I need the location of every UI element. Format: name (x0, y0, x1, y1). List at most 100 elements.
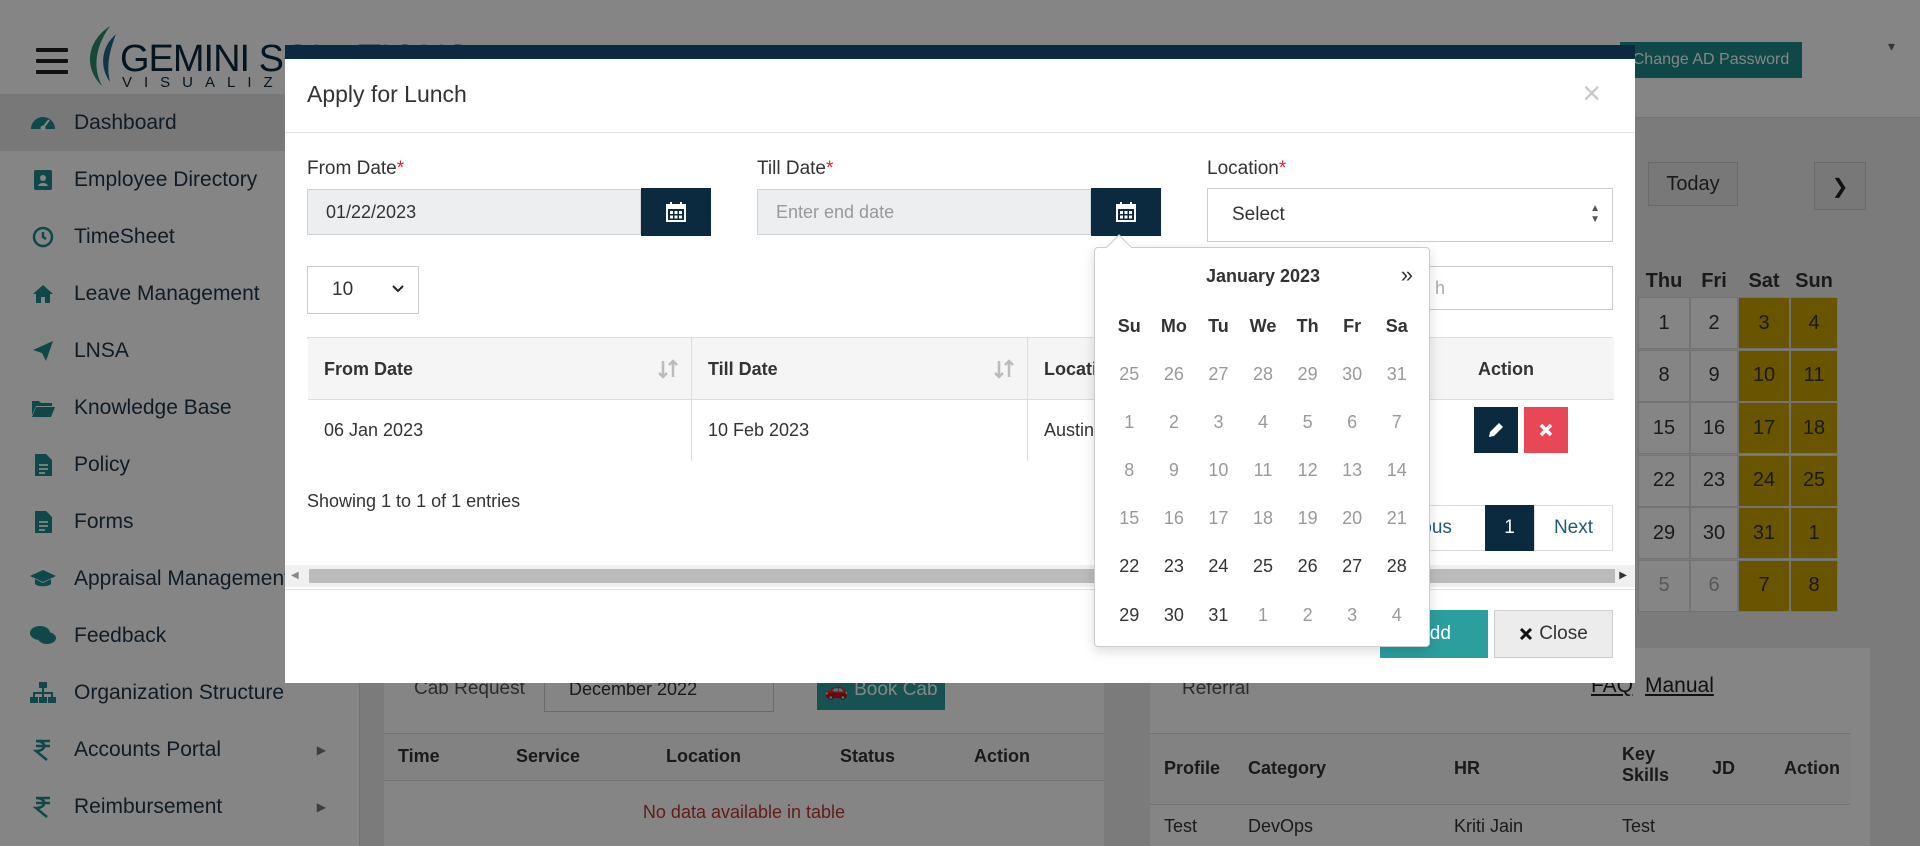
datepicker-weekday-row: Su Mo Tu We Th Fr Sa (1107, 306, 1419, 346)
datepicker-day: 26 (1163, 363, 1184, 384)
datepicker-day: 30 (1342, 363, 1363, 384)
column-header-from-date[interactable]: From Date (308, 338, 692, 400)
datepicker-day[interactable]: 24 (1196, 547, 1241, 587)
datepicker-day: 27 (1208, 363, 1229, 384)
edit-button[interactable] (1474, 407, 1518, 453)
location-label: Location* (1207, 158, 1286, 180)
table-search-input[interactable]: h (1418, 266, 1613, 310)
scroll-right-icon[interactable]: ▶ (1619, 570, 1627, 581)
required-mark: * (1278, 158, 1287, 179)
column-header-label: Locati (1044, 358, 1098, 379)
column-header-till-date[interactable]: Till Date (692, 338, 1028, 400)
close-button[interactable]: Close (1494, 610, 1613, 658)
table-info-text: Showing 1 to 1 of 1 entries (307, 491, 521, 511)
datepicker-day: 29 (1297, 363, 1318, 384)
close-button-label: Close (1539, 623, 1588, 644)
from-date-calendar-button[interactable] (641, 188, 711, 236)
datepicker-week-row: 15 16 17 18 19 20 21 (1107, 499, 1419, 539)
datepicker-week-row: 22 23 24 25 26 27 28 (1107, 547, 1419, 587)
location-select-value: Select (1232, 204, 1285, 225)
datepicker-day: 10 (1208, 459, 1229, 480)
datepicker-day: 12 (1297, 459, 1318, 480)
datepicker-day: 25 (1119, 363, 1140, 384)
datepicker-day[interactable]: 25 (1241, 547, 1286, 587)
datepicker-day[interactable]: 28 (1374, 547, 1419, 587)
modal-title: Apply for Lunch (307, 81, 467, 107)
calendar-icon (666, 202, 686, 222)
page-length-value: 10 (332, 279, 354, 300)
sort-icon (658, 359, 678, 379)
datepicker-weekday: We (1249, 315, 1277, 336)
datepicker-week-row: 1 2 3 4 5 6 7 (1107, 402, 1419, 442)
delete-button[interactable] (1524, 407, 1568, 453)
datepicker-day[interactable]: 26 (1285, 547, 1330, 587)
page-length-select[interactable]: 10 (307, 266, 419, 314)
datepicker-day[interactable]: 22 (1107, 547, 1152, 587)
chevron-down-icon (392, 285, 404, 293)
times-icon (1539, 423, 1553, 437)
datepicker-day: 14 (1386, 459, 1407, 480)
datepicker-next-button[interactable]: » (1401, 262, 1413, 288)
datepicker-day: 9 (1168, 459, 1179, 480)
datepicker-day: 3 (1213, 411, 1224, 432)
datepicker-day: 5 (1302, 411, 1313, 432)
datepicker-week-row: 8 9 10 11 12 13 14 (1107, 450, 1419, 490)
column-header-label: Till Date (708, 358, 778, 379)
calendar-icon (1116, 202, 1136, 222)
from-date-input[interactable]: 01/22/2023 (307, 189, 641, 235)
datepicker-day: 4 (1391, 604, 1402, 625)
datepicker-day: 2 (1168, 411, 1179, 432)
datepicker-weekday: Th (1296, 315, 1319, 336)
datepicker-weekday: Mo (1160, 315, 1187, 336)
datepicker-day: 15 (1119, 508, 1140, 529)
datepicker-week-row: 25 26 27 28 29 30 31 (1107, 354, 1419, 394)
from-date-label: From Date* (307, 158, 404, 180)
datepicker-day: 31 (1386, 363, 1407, 384)
datepicker-day: 20 (1342, 508, 1363, 529)
cell-from-date: 06 Jan 2023 (308, 400, 692, 461)
pencil-icon (1489, 423, 1503, 437)
datepicker-day: 16 (1163, 508, 1184, 529)
pager-page-1[interactable]: 1 (1485, 505, 1534, 551)
datepicker-day[interactable]: 23 (1152, 547, 1197, 587)
datepicker-day: 4 (1258, 411, 1269, 432)
till-date-label: Till Date* (757, 158, 833, 180)
datepicker-day[interactable]: 30 (1152, 595, 1197, 635)
datepicker-weekday: Su (1117, 315, 1141, 336)
datepicker-day: 7 (1391, 411, 1402, 432)
till-date-label-text: Till Date (757, 158, 826, 179)
datepicker-day: 21 (1386, 508, 1407, 529)
datepicker-day[interactable]: 27 (1330, 547, 1375, 587)
apply-lunch-modal: Apply for Lunch × From Date* 01/22/2023 … (285, 45, 1635, 683)
till-date-input[interactable]: Enter end date (757, 189, 1091, 235)
column-header-action: Action (1478, 358, 1534, 379)
datepicker-day: 1 (1258, 604, 1269, 625)
modal-close-icon[interactable]: × (1582, 75, 1601, 112)
datepicker-day[interactable]: 29 (1107, 595, 1152, 635)
modal-header-divider (285, 132, 1635, 133)
times-icon (1520, 627, 1533, 641)
datepicker-day: 28 (1253, 363, 1274, 384)
from-date-label-text: From Date (307, 158, 397, 179)
datepicker-day: 17 (1208, 508, 1229, 529)
datepicker-day: 13 (1342, 459, 1363, 480)
till-date-calendar-button[interactable] (1091, 188, 1161, 236)
select-arrows-icon: ▲ ▼ (1590, 203, 1600, 225)
sort-icon (994, 359, 1014, 379)
location-select[interactable]: Select ▲ ▼ (1207, 188, 1613, 242)
location-label-text: Location (1207, 158, 1279, 179)
datepicker-day: 3 (1347, 604, 1358, 625)
datepicker-day: 18 (1253, 508, 1274, 529)
datepicker-day: 1 (1124, 411, 1135, 432)
horizontal-scrollbar[interactable]: ◀ ▶ (285, 565, 1635, 587)
datepicker-weekday: Fr (1343, 315, 1362, 336)
datepicker-day: 2 (1302, 604, 1313, 625)
datepicker-popup: January 2023 » Su Mo Tu We Th Fr Sa 25 26 27 28 29 3… (1094, 247, 1430, 647)
cell-till-date: 10 Feb 2023 (692, 400, 1028, 461)
pager-next-button[interactable]: Next (1534, 505, 1613, 551)
scroll-left-icon[interactable]: ◀ (291, 570, 299, 581)
required-mark: * (396, 158, 405, 179)
datepicker-month-title[interactable]: January 2023 (1095, 266, 1431, 287)
datepicker-day[interactable]: 31 (1196, 595, 1241, 635)
datepicker-day: 11 (1253, 459, 1273, 480)
